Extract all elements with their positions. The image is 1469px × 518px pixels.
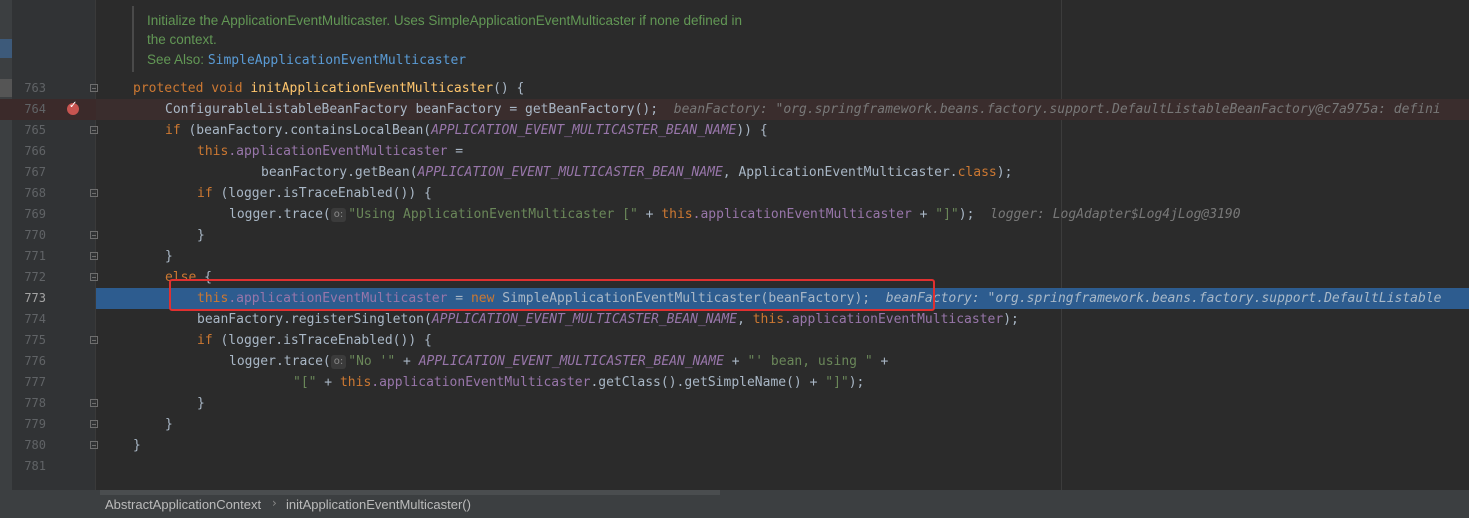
inline-debug-value: beanFactory: "org.springframework.beans.… [673, 102, 1441, 117]
breakpoint-icon[interactable] [67, 100, 79, 115]
fold-marker-icon[interactable] [90, 252, 98, 260]
code-line[interactable]: 780 } [0, 435, 1469, 456]
javadoc-see-also: See Also: SimpleApplicationEventMulticas… [147, 52, 466, 68]
line-number: 766 [24, 144, 46, 158]
see-also-link[interactable]: SimpleApplicationEventMulticaster [208, 53, 466, 68]
code-text: "[" + this.applicationEventMulticaster.g… [293, 375, 865, 390]
line-number: 764 [24, 102, 46, 116]
line-number: 772 [24, 270, 46, 284]
line-number: 777 [24, 375, 46, 389]
code-line[interactable]: 775 if (logger.isTraceEnabled()) { [0, 330, 1469, 351]
code-text: if (logger.isTraceEnabled()) { [197, 186, 432, 201]
code-text: protected void initApplicationEventMulti… [133, 81, 525, 96]
code-text: logger.trace(o: "No '" + APPLICATION_EVEN… [229, 354, 889, 369]
fold-marker-icon[interactable] [90, 189, 98, 197]
line-number: 763 [24, 81, 46, 95]
code-text: logger.trace(o: "Using ApplicationEventMu… [229, 207, 1241, 222]
code-text: if (logger.isTraceEnabled()) { [197, 333, 432, 348]
see-also-label: See Also: [147, 52, 205, 67]
code-line[interactable]: 776 logger.trace(o: "No '" + APPLICATION_… [0, 351, 1469, 372]
line-number: 771 [24, 249, 46, 263]
line-number: 779 [24, 417, 46, 431]
line-number: 781 [24, 459, 46, 473]
code-line[interactable]: 768 if (logger.isTraceEnabled()) { [0, 183, 1469, 204]
breadcrumb-method[interactable]: initApplicationEventMulticaster() [286, 497, 471, 512]
line-number: 769 [24, 207, 46, 221]
fold-marker-icon[interactable] [90, 336, 98, 344]
code-line[interactable]: 779 } [0, 414, 1469, 435]
breadcrumb-class[interactable]: AbstractApplicationContext [105, 497, 261, 512]
code-line[interactable]: 763 protected void initApplicationEventM… [0, 78, 1469, 99]
code-line[interactable]: 767 beanFactory.getBean(APPLICATION_EVEN… [0, 162, 1469, 183]
javadoc-text-line: Initialize the ApplicationEventMulticast… [147, 13, 743, 28]
inline-debug-value: beanFactory: "org.springframework.beans.… [885, 291, 1442, 306]
scrolled-content-shadow [100, 490, 720, 495]
code-text: } [197, 228, 205, 243]
line-number: 776 [24, 354, 46, 368]
code-text: if (beanFactory.containsLocalBean(APPLIC… [165, 123, 768, 138]
code-line[interactable]: 781 [0, 456, 1469, 477]
line-number: 767 [24, 165, 46, 179]
code-line[interactable]: 778 } [0, 393, 1469, 414]
fold-marker-icon[interactable] [90, 441, 98, 449]
fold-marker-icon[interactable] [90, 273, 98, 281]
breadcrumb-separator-icon: › [272, 496, 277, 510]
breadcrumb-bar: AbstractApplicationContext › initApplica… [0, 490, 1469, 518]
rendered-javadoc[interactable]: Initialize the ApplicationEventMulticast… [132, 6, 1061, 72]
code-line[interactable]: 770 } [0, 225, 1469, 246]
code-line-breakpoint[interactable]: 764 ConfigurableListableBeanFactory bean… [0, 99, 1469, 120]
fold-marker-icon[interactable] [90, 84, 98, 92]
code-line[interactable]: 774 beanFactory.registerSingleton(APPLIC… [0, 309, 1469, 330]
line-number: 765 [24, 123, 46, 137]
parameter-hint: o: [330, 355, 347, 369]
fold-marker-icon[interactable] [90, 231, 98, 239]
fold-marker-icon[interactable] [90, 126, 98, 134]
fold-marker-icon[interactable] [90, 399, 98, 407]
fold-marker-icon[interactable] [90, 420, 98, 428]
code-text: } [165, 249, 173, 264]
line-number: 775 [24, 333, 46, 347]
code-line[interactable]: 766 this.applicationEventMulticaster = [0, 141, 1469, 162]
line-number: 774 [24, 312, 46, 326]
highlight-annotation-box [169, 279, 935, 311]
code-line[interactable]: 769 logger.trace(o: "Using ApplicationEve… [0, 204, 1469, 225]
code-text: beanFactory.registerSingleton(APPLICATIO… [197, 312, 1019, 327]
line-number: 780 [24, 438, 46, 452]
inline-debug-value: logger: LogAdapter$Log4jLog@3190 [990, 207, 1241, 222]
parameter-hint: o: [330, 208, 347, 222]
javadoc-text-line: the context. [147, 32, 217, 47]
code-line[interactable]: 765 if (beanFactory.containsLocalBean(AP… [0, 120, 1469, 141]
code-text: } [165, 417, 173, 432]
code-text: } [197, 396, 205, 411]
code-text: this.applicationEventMulticaster = [197, 144, 464, 159]
line-number: 773 [24, 291, 46, 305]
line-number: 770 [24, 228, 46, 242]
code-text: } [133, 438, 141, 453]
tool-window-marker[interactable] [0, 39, 12, 58]
code-text: ConfigurableListableBeanFactory beanFact… [165, 102, 1441, 117]
javadoc-bar [132, 6, 134, 72]
code-text: beanFactory.getBean(APPLICATION_EVENT_MU… [261, 165, 1013, 180]
line-number: 768 [24, 186, 46, 200]
line-number: 778 [24, 396, 46, 410]
code-line[interactable]: 777 "[" + this.applicationEventMulticast… [0, 372, 1469, 393]
code-line[interactable]: 771 } [0, 246, 1469, 267]
